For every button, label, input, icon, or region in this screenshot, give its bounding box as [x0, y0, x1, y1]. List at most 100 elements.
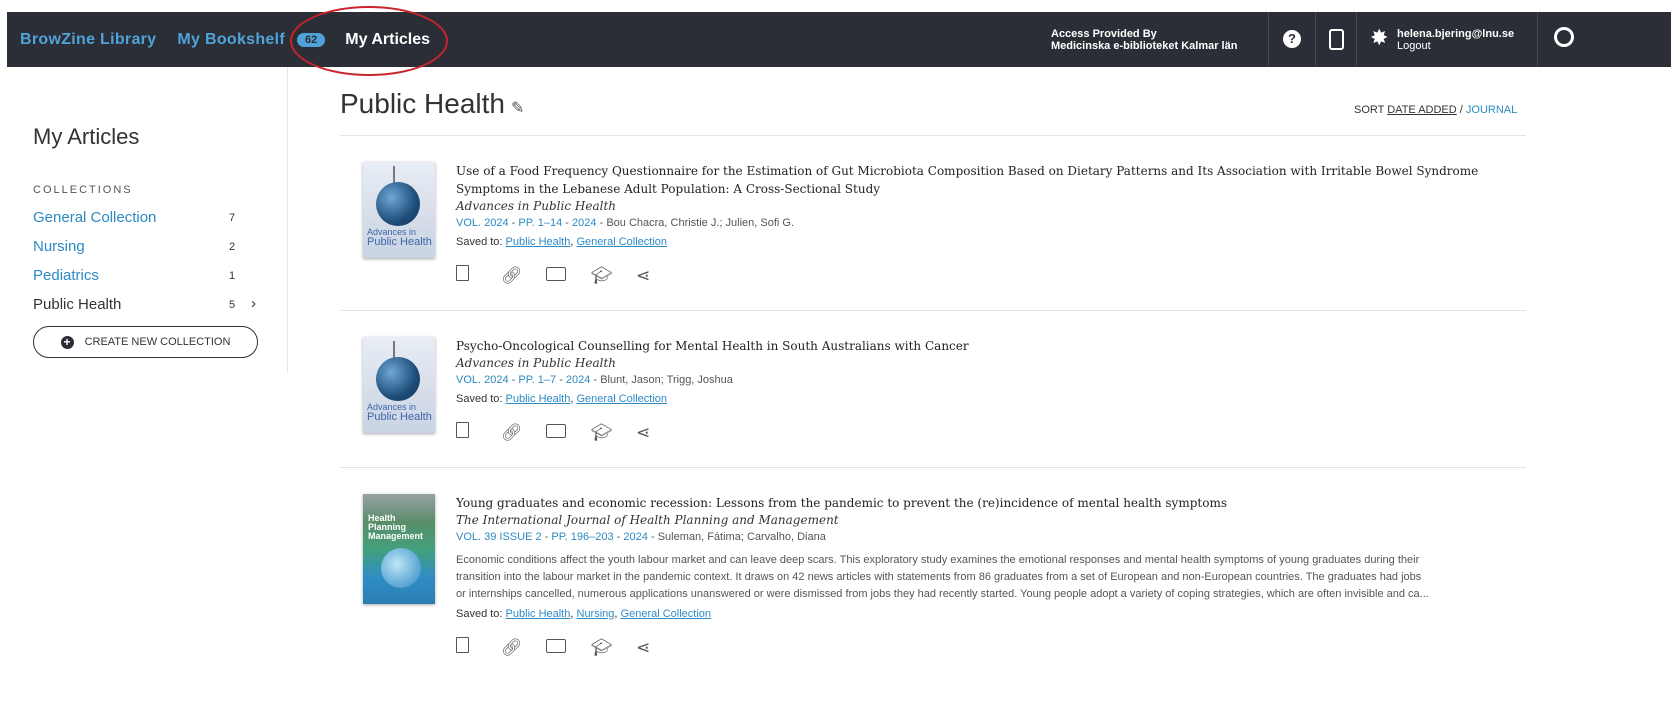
access-provided-by: Access Provided By Medicinska e-bibliote… [1051, 28, 1237, 52]
comma: , [570, 608, 574, 620]
edit-pencil-icon[interactable]: ✎ [511, 100, 524, 117]
comma: , [570, 393, 574, 405]
article-meta: VOL. 2024 - PP. 1–14 - 2024 - Bou Chacra… [456, 215, 1524, 231]
meta-sep: - [511, 217, 516, 229]
my-articles-link[interactable]: My Articles [345, 31, 430, 49]
globe-graphic [376, 182, 420, 226]
collection-name: Pediatrics [33, 267, 99, 284]
volume[interactable]: VOL. 39 ISSUE 2 [456, 531, 542, 543]
logout-link[interactable]: Logout [1397, 40, 1514, 52]
article-body: Young graduates and economic recession: … [456, 494, 1524, 658]
cover-text-line: Public Health [367, 236, 432, 248]
saved-collection-link[interactable]: Public Health [506, 608, 571, 620]
graduation-cap-icon[interactable]: 🎓︎ [591, 423, 636, 443]
collection-pediatrics[interactable]: Pediatrics 1 [33, 267, 263, 284]
sort-controls: SORT DATE ADDED / JOURNAL [1354, 104, 1517, 116]
pdf-icon[interactable] [456, 422, 501, 443]
pdf-icon[interactable] [456, 637, 501, 658]
pdf-icon[interactable] [456, 265, 501, 286]
folder-icon[interactable] [546, 638, 591, 658]
divider [1537, 12, 1538, 67]
volume[interactable]: VOL. 2024 [456, 374, 509, 386]
collection-name: Nursing [33, 238, 85, 255]
meta-sep: - [559, 374, 563, 386]
pages[interactable]: PP. 1–7 [518, 374, 556, 386]
collection-public-health[interactable]: Public Health 5 › [33, 295, 263, 313]
year[interactable]: 2024 [623, 531, 647, 543]
page-title: Public Health ✎ [340, 88, 524, 120]
folder-icon[interactable] [546, 266, 591, 286]
collection-count: 5 [229, 299, 236, 311]
abstract-line: or internships cancelled, numerous appli… [456, 588, 1429, 600]
saved-collection-link[interactable]: Public Health [506, 236, 571, 248]
year[interactable]: 2024 [572, 217, 596, 229]
bookshelf-count-badge: 62 [297, 32, 326, 47]
journal-name[interactable]: Advances in Public Health [456, 198, 1524, 215]
share-icon[interactable]: ⋖ [636, 423, 681, 443]
collection-count: 7 [229, 212, 236, 224]
mobile-device-icon[interactable] [1329, 29, 1344, 50]
divider [1356, 12, 1357, 67]
create-button-label: CREATE NEW COLLECTION [84, 336, 231, 348]
divider [1268, 12, 1269, 67]
user-email: helena.bjering@lnu.se [1397, 28, 1515, 40]
comma: , [614, 608, 618, 620]
saved-collection-link[interactable]: General Collection [577, 393, 668, 405]
authors: Blunt, Jason; Trigg, Joshua [600, 374, 733, 386]
saved-collection-link[interactable]: General Collection [621, 608, 712, 620]
journal-name[interactable]: The International Journal of Health Plan… [456, 512, 1524, 529]
article-title[interactable]: Young graduates and economic recession: … [456, 494, 1524, 512]
collection-general[interactable]: General Collection 7 [33, 209, 263, 226]
share-icon[interactable]: ⋖ [636, 638, 681, 658]
saved-label: Saved to: [456, 236, 503, 248]
divider [1315, 12, 1316, 67]
sidebar: My Articles COLLECTIONS General Collecti… [0, 67, 288, 373]
article-actions: 🔗︎ 🎓︎ ⋖ [456, 637, 1524, 658]
article-abstract[interactable]: Economic conditions affect the youth lab… [456, 552, 1524, 603]
pages[interactable]: PP. 196–203 [551, 531, 613, 543]
collection-nursing[interactable]: Nursing 2 [33, 238, 263, 255]
volume[interactable]: VOL. 2024 [456, 217, 509, 229]
collection-name: General Collection [33, 209, 157, 226]
my-bookshelf-link[interactable]: My Bookshelf [177, 31, 285, 49]
graduation-cap-icon[interactable]: 🎓︎ [591, 266, 636, 286]
saved-collection-link[interactable]: General Collection [577, 236, 668, 248]
abstract-line: transition into the labour market in the… [456, 571, 1422, 583]
journal-cover-image[interactable]: Advances in Public Health [363, 162, 435, 258]
journal-name[interactable]: Advances in Public Health [456, 355, 1524, 372]
top-navigation-bar: BrowZine Library My Bookshelf 62 My Arti… [7, 12, 1671, 67]
browzine-library-link[interactable]: BrowZine Library [20, 31, 156, 49]
link-icon[interactable]: 🔗︎ [501, 266, 546, 286]
authors: Bou Chacra, Christie J.; Julien, Sofi G. [606, 217, 794, 229]
saved-collection-link[interactable]: Public Health [506, 393, 571, 405]
divider [340, 310, 1526, 311]
divider [340, 135, 1526, 136]
share-icon[interactable]: ⋖ [636, 266, 681, 286]
gear-icon[interactable]: ✸ [1370, 26, 1388, 50]
journal-cover-image[interactable]: Health Planning Management [363, 494, 435, 604]
sort-date-added[interactable]: DATE ADDED [1387, 104, 1456, 116]
create-new-collection-button[interactable]: + CREATE NEW COLLECTION [33, 326, 258, 358]
saved-to: Saved to: Public Health, Nursing, Genera… [456, 608, 1524, 620]
collection-count: 2 [229, 241, 236, 253]
help-icon[interactable]: ? [1283, 30, 1301, 48]
collection-title: Public Health [340, 88, 505, 119]
meta-sep: - [599, 217, 604, 229]
sidebar-title: My Articles [33, 124, 140, 149]
folder-icon[interactable] [546, 423, 591, 443]
article-title[interactable]: Psycho-Oncological Counselling for Menta… [456, 337, 1524, 355]
article-title[interactable]: Use of a Food Frequency Questionnaire fo… [456, 162, 1524, 198]
journal-cover-image[interactable]: Advances in Public Health [363, 337, 435, 433]
meta-sep: - [616, 531, 621, 543]
chevron-right-icon: › [251, 295, 256, 312]
year[interactable]: 2024 [566, 374, 590, 386]
sort-journal[interactable]: JOURNAL [1466, 104, 1517, 116]
user-account[interactable]: helena.bjering@lnu.se Logout [1397, 28, 1514, 52]
pages[interactable]: PP. 1–14 [518, 217, 562, 229]
link-icon[interactable]: 🔗︎ [501, 423, 546, 443]
saved-collection-link[interactable]: Nursing [577, 608, 615, 620]
search-icon[interactable] [1554, 27, 1574, 47]
graduation-cap-icon[interactable]: 🎓︎ [591, 638, 636, 658]
saved-to: Saved to: Public Health, General Collect… [456, 236, 1524, 248]
link-icon[interactable]: 🔗︎ [501, 638, 546, 658]
